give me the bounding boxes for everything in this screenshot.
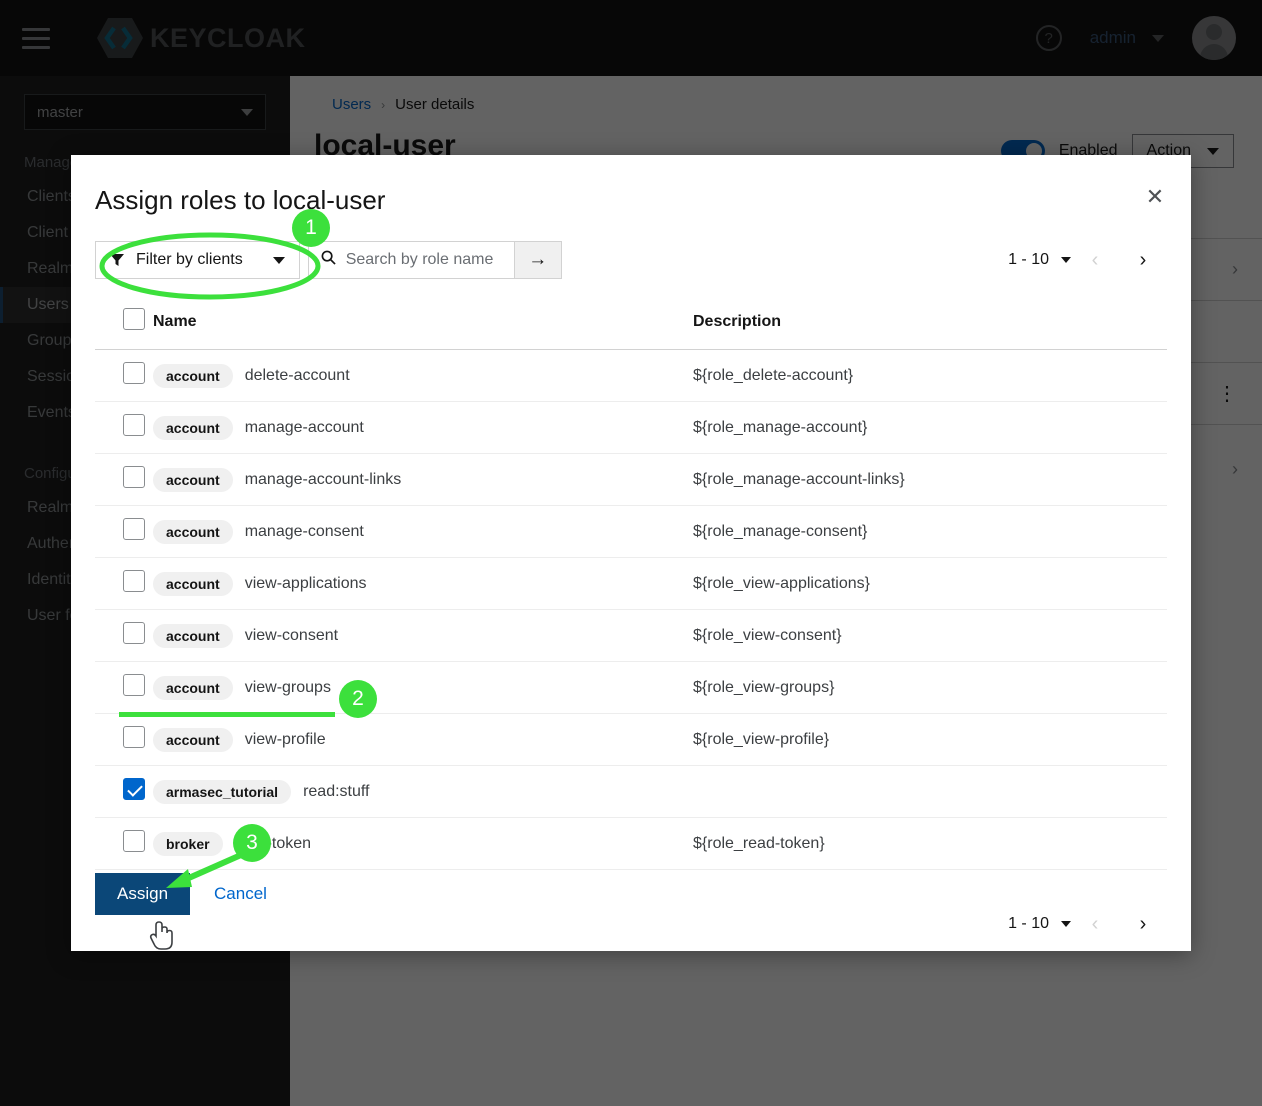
- role-description: ${role_manage-consent}: [693, 505, 1167, 558]
- search-icon: [321, 250, 336, 270]
- row-checkbox[interactable]: [123, 518, 145, 540]
- role-name: manage-account-links: [244, 470, 402, 488]
- table-row[interactable]: account view-profile ${role_view-profile}: [95, 713, 1167, 766]
- client-badge: account: [153, 519, 233, 544]
- client-badge: account: [153, 467, 233, 492]
- annotation-step-3-number: 3: [246, 831, 258, 854]
- row-checkbox[interactable]: [123, 674, 145, 696]
- row-checkbox[interactable]: [123, 830, 145, 852]
- role-description: ${role_delete-account}: [693, 349, 1167, 402]
- modal-toolbar: Filter by clients → 1 - 10 ‹ ›: [71, 216, 1191, 280]
- role-name: view-profile: [244, 730, 326, 748]
- role-description: ${role_manage-account-links}: [693, 453, 1167, 506]
- pagination-prev-top[interactable]: ‹: [1071, 240, 1119, 280]
- role-description: ${role_view-groups}: [693, 661, 1167, 714]
- row-checkbox[interactable]: [123, 622, 145, 644]
- annotation-step-2: 2: [339, 680, 377, 718]
- table-row[interactable]: account manage-consent ${role_manage-cons…: [95, 505, 1167, 558]
- role-description: ${role_read-token}: [693, 817, 1167, 870]
- filter-funnel-icon: [110, 253, 124, 267]
- chevron-down-icon: [1061, 921, 1071, 927]
- table-row[interactable]: account delete-account ${role_delete-acco…: [95, 349, 1167, 402]
- pagination-next-bottom[interactable]: ›: [1119, 904, 1167, 944]
- annotation-step-1: 1: [292, 209, 330, 247]
- search-input-wrapper: [307, 241, 514, 279]
- client-badge: account: [153, 571, 233, 596]
- role-search: →: [307, 241, 562, 279]
- filter-by-clients-dropdown[interactable]: Filter by clients: [95, 241, 300, 279]
- row-checkbox[interactable]: [123, 570, 145, 592]
- chevron-down-icon: [272, 256, 285, 264]
- armasec-tutorial-row[interactable]: armasec_tutorial read:stuff: [95, 765, 1167, 818]
- role-name: read:stuff: [303, 782, 370, 800]
- assign-button[interactable]: Assign: [95, 873, 191, 915]
- roles-table-body: account delete-account ${role_delete-acco…: [95, 349, 1167, 870]
- role-name: view-groups: [244, 678, 331, 696]
- row-checkbox[interactable]: [123, 466, 145, 488]
- chevron-down-icon: [1061, 257, 1071, 263]
- mouse-cursor-pointer-icon: [149, 921, 173, 950]
- pagination-prev-bottom[interactable]: ‹: [1071, 904, 1119, 944]
- modal-title: Assign roles to local-user: [95, 185, 386, 215]
- pagination-range-top[interactable]: 1 - 10: [1008, 251, 1071, 269]
- column-header-description: Description: [693, 298, 1167, 350]
- client-badge: account: [153, 623, 233, 648]
- select-all-checkbox[interactable]: [123, 308, 145, 330]
- roles-table: Name Description account delete-account $…: [95, 298, 1167, 870]
- row-checkbox[interactable]: [123, 414, 145, 436]
- role-description: ${role_view-applications}: [693, 557, 1167, 610]
- client-badge: armasec_tutorial: [153, 779, 292, 804]
- table-row[interactable]: account view-consent ${role_view-consent}: [95, 609, 1167, 662]
- pagination-next-top[interactable]: ›: [1119, 240, 1167, 280]
- annotation-step-3: 3: [233, 824, 271, 862]
- pagination-range-bottom[interactable]: 1 - 10: [1008, 904, 1071, 944]
- role-name: view-consent: [244, 626, 339, 644]
- row-checkbox[interactable]: [123, 778, 145, 800]
- role-description: ${role_view-profile}: [693, 713, 1167, 766]
- row-checkbox[interactable]: [123, 726, 145, 748]
- arrow-right-icon[interactable]: →: [513, 241, 562, 279]
- pagination-range-top-label: 1 - 10: [1008, 251, 1049, 268]
- role-name: manage-consent: [244, 522, 364, 540]
- role-name: view-applications: [244, 574, 367, 592]
- pagination-range-bottom-label: 1 - 10: [1008, 915, 1049, 932]
- annotation-step-1-number: 1: [305, 216, 317, 239]
- client-badge: account: [153, 675, 233, 700]
- annotation-step-2-number: 2: [352, 687, 364, 710]
- modal-footer: Assign Cancel: [95, 873, 267, 915]
- table-row[interactable]: account view-applications ${role_view-app…: [95, 557, 1167, 610]
- column-header-name: Name: [153, 298, 693, 350]
- row-checkbox[interactable]: [123, 362, 145, 384]
- client-badge: account: [153, 415, 233, 440]
- close-icon[interactable]: ✕: [1137, 179, 1173, 215]
- role-description: ${role_manage-account}: [693, 401, 1167, 454]
- filter-by-clients-label: Filter by clients: [136, 251, 243, 268]
- table-row[interactable]: account manage-account-links ${role_manag…: [95, 453, 1167, 506]
- role-description: ${role_view-consent}: [693, 609, 1167, 662]
- table-row[interactable]: account view-groups ${role_view-groups}: [95, 661, 1167, 714]
- client-badge: account: [153, 363, 233, 388]
- client-badge: broker: [153, 831, 223, 856]
- select-all-cell: [95, 298, 153, 350]
- cancel-button[interactable]: Cancel: [214, 884, 267, 904]
- table-row[interactable]: account manage-account ${role_manage-acco…: [95, 401, 1167, 454]
- search-input[interactable]: [345, 251, 502, 269]
- role-name: manage-account: [244, 418, 364, 436]
- role-description: [693, 765, 1167, 818]
- client-badge: account: [153, 727, 233, 752]
- table-header-row: Name Description: [95, 298, 1167, 350]
- pagination-top: 1 - 10 ‹ ›: [1008, 240, 1191, 280]
- role-name: delete-account: [244, 366, 350, 384]
